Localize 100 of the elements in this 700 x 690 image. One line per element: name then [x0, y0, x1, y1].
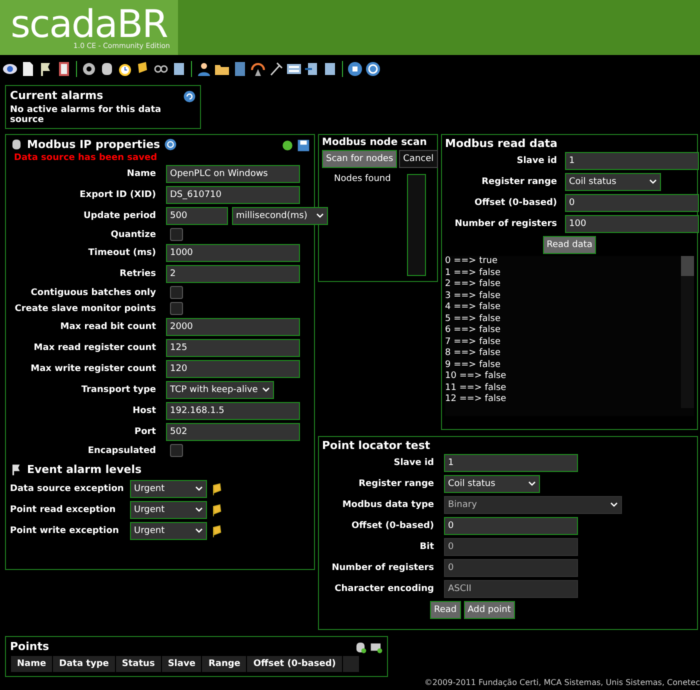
status-icon[interactable]: [281, 139, 294, 152]
field-label: Bit: [418, 542, 434, 552]
input-field[interactable]: 100: [565, 215, 699, 233]
result-line: 1 ==> false: [445, 268, 502, 279]
refresh-icon[interactable]: [183, 90, 196, 103]
column-header[interactable]: Status: [116, 656, 161, 672]
column-header[interactable]: Name: [11, 656, 52, 672]
field-label: Modbus data type: [341, 500, 434, 510]
input-field[interactable]: 2: [166, 265, 300, 283]
field-label: Character encoding: [334, 584, 434, 594]
eye-icon[interactable]: [2, 61, 18, 77]
field-label: Quantize: [110, 230, 156, 240]
caret-icon: [195, 486, 203, 492]
import-icon[interactable]: [304, 61, 320, 77]
status-message: Data source has been saved: [14, 153, 158, 163]
caret-icon: [649, 179, 657, 185]
panel-icon[interactable]: [232, 61, 248, 77]
input-field[interactable]: 125: [166, 339, 300, 357]
caret-icon: [528, 481, 536, 487]
input-field[interactable]: OpenPLC on Windows: [166, 165, 300, 183]
result-line: 2 ==> false: [445, 279, 502, 290]
field-label: Retries: [118, 269, 156, 279]
save-icon[interactable]: [297, 139, 310, 152]
field-label: Data source exception: [10, 484, 125, 494]
caret-icon: [195, 528, 203, 534]
input-field[interactable]: DS_610710: [166, 186, 300, 204]
dropdown[interactable]: Coil status: [444, 475, 540, 493]
field-label: Max write register count: [30, 364, 156, 374]
column-header[interactable]: Data type: [53, 656, 115, 672]
dropdown[interactable]: Urgent: [130, 522, 207, 540]
field-label: Number of registers: [454, 219, 557, 229]
input-field[interactable]: 2000: [166, 318, 300, 336]
dropdown[interactable]: millisecond(ms): [232, 207, 328, 225]
result-line: 9 ==> false: [445, 360, 502, 371]
checkbox[interactable]: [170, 444, 183, 457]
input-field[interactable]: 0: [444, 517, 578, 535]
input-field[interactable]: 0: [565, 194, 699, 212]
panel-title: Points: [10, 640, 50, 653]
input-field[interactable]: 1: [444, 454, 578, 472]
antenna-icon[interactable]: [250, 61, 266, 77]
input-field[interactable]: 1: [565, 152, 699, 170]
alarm-clock-icon[interactable]: [117, 61, 133, 77]
field-label: Contiguous batches only: [30, 288, 156, 298]
dropdown[interactable]: Coil status: [565, 173, 661, 191]
nodes-list[interactable]: [407, 174, 426, 276]
field-label: Slave id: [392, 458, 434, 468]
add-point-button[interactable]: Add point: [464, 601, 515, 619]
input-field[interactable]: 502: [166, 423, 300, 441]
result-line: 0 ==> true: [445, 256, 499, 268]
field-label: Timeout (ms): [87, 248, 156, 258]
export-icon[interactable]: [354, 641, 367, 654]
panel-title: Modbus node scan: [322, 137, 427, 148]
user-icon[interactable]: [196, 61, 212, 77]
caret-icon: [316, 213, 324, 219]
checkbox[interactable]: [170, 228, 183, 241]
field-label: Max read bit count: [59, 322, 156, 332]
dropdown[interactable]: Urgent: [130, 501, 207, 519]
add-icon[interactable]: [370, 641, 383, 654]
caret-icon: [610, 502, 618, 508]
field-label: Export ID (XID): [78, 190, 156, 200]
caret-icon: [195, 507, 203, 513]
result-line: 7 ==> false: [445, 336, 502, 348]
input-field[interactable]: 120: [166, 360, 300, 378]
field-label: Create slave monitor points: [14, 304, 156, 314]
logo-text: scadaBR: [10, 6, 168, 42]
scan-button[interactable]: Scan for nodes: [322, 150, 398, 168]
scrollbar[interactable]: [681, 256, 694, 408]
dropdown[interactable]: Urgent: [130, 480, 207, 498]
field-label: Number of registers: [330, 563, 434, 573]
book-icon[interactable]: [56, 61, 72, 77]
column-header[interactable]: Offset (0-based): [247, 656, 342, 672]
stop-icon[interactable]: [347, 61, 363, 77]
panel-title: Modbus read data: [445, 137, 558, 150]
field-label: Register range: [480, 177, 557, 187]
field-label: Transport type: [80, 385, 156, 395]
field-label: Register range: [358, 479, 434, 489]
column-header[interactable]: Range: [202, 656, 246, 672]
checkbox[interactable]: [170, 302, 183, 315]
field-label: Offset (0-based): [350, 521, 434, 531]
result-line: 11 ==> false: [445, 382, 508, 394]
result-line: 12 ==> false: [445, 394, 508, 406]
list-icon[interactable]: [286, 61, 302, 77]
caret-icon: [262, 387, 270, 393]
dropdown[interactable]: TCP with keep-alive: [166, 381, 274, 399]
field-label: Nodes found: [334, 174, 391, 186]
field-label: Name: [126, 169, 156, 179]
input-field[interactable]: 192.168.1.5: [166, 402, 300, 420]
field-label: Max read register count: [32, 343, 156, 353]
field-label: Point read exception: [10, 505, 117, 515]
checkbox[interactable]: [170, 286, 183, 299]
input-field[interactable]: 1000: [166, 244, 300, 262]
input-field[interactable]: 500: [166, 207, 228, 225]
page-icon[interactable]: [20, 61, 36, 77]
read-button[interactable]: Read: [430, 601, 461, 619]
cancel-button[interactable]: Cancel: [399, 150, 438, 168]
read-data-button[interactable]: Read data: [542, 236, 596, 254]
column-header[interactable]: Slave: [162, 656, 202, 672]
field-label: Port: [133, 427, 156, 437]
result-line: 10 ==> false: [445, 371, 508, 382]
result-line: 5 ==> false: [445, 314, 502, 325]
